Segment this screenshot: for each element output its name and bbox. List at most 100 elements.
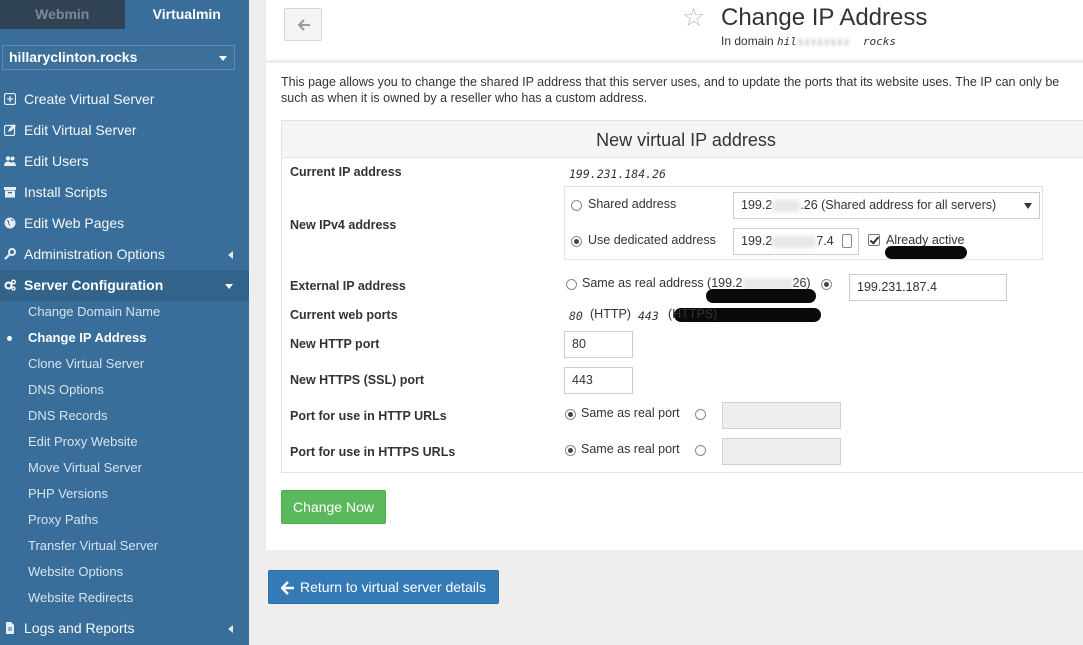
current-ip-label: Current IP address <box>290 165 402 179</box>
http-port-value: 80 <box>569 309 583 323</box>
https-same-as-real-port-radio[interactable] <box>565 445 576 456</box>
tab-webmin[interactable]: Webmin <box>0 0 125 29</box>
sub-item-label: DNS Records <box>28 408 108 423</box>
dedicated-address-label: Use dedicated address <box>588 233 716 247</box>
external-ip-input[interactable]: 199.231.187.4 <box>849 274 1007 301</box>
sub-item-label: Website Redirects <box>28 590 134 605</box>
domain-select[interactable]: hillaryclinton.rocks <box>2 45 235 70</box>
https-port-value: 443 <box>638 309 659 323</box>
domain-name-end: rocks <box>862 35 897 48</box>
http-custom-port-input[interactable] <box>722 402 841 429</box>
form-heading: New virtual IP address <box>282 121 1083 158</box>
https-custom-port-radio[interactable] <box>695 445 706 456</box>
chevron-down-icon <box>1024 203 1032 209</box>
arrow-left-icon <box>297 19 310 31</box>
chevron-down-icon <box>219 56 227 61</box>
current-web-ports-label: Current web ports <box>290 308 398 322</box>
sub-item-dns-records[interactable]: DNS Records <box>0 403 249 429</box>
arrow-left-circle-icon <box>281 581 294 595</box>
new-ipv4-label: New IPv4 address <box>290 218 397 232</box>
dedicated-value-end: 7.4 <box>816 234 834 248</box>
sub-item-proxy-paths[interactable]: Proxy Paths <box>0 507 249 533</box>
nav-edit-web-pages[interactable]: Edit Web Pages <box>0 208 249 239</box>
http-same-as-real-port-label: Same as real port <box>581 406 680 420</box>
https-custom-port-input[interactable] <box>722 438 841 465</box>
main-panel: This page allows you to change the share… <box>266 63 1083 550</box>
new-http-port-input[interactable]: 80 <box>564 331 633 358</box>
sub-item-php-versions[interactable]: PHP Versions <box>0 481 249 507</box>
back-button[interactable] <box>284 8 322 41</box>
nav-label: Edit Web Pages <box>24 215 125 231</box>
intro-text: This page allows you to change the share… <box>281 74 1083 106</box>
chevron-down-icon <box>225 284 233 289</box>
edit-icon <box>4 124 16 136</box>
subtitle-prefix: In domain <box>721 34 774 48</box>
sub-item-label: Clone Virtual Server <box>28 356 145 371</box>
sub-item-clone-virtual-server[interactable]: Clone Virtual Server <box>0 351 249 377</box>
sub-item-label: PHP Versions <box>28 486 108 501</box>
sub-item-label: Transfer Virtual Server <box>28 538 159 553</box>
http-same-as-real-port-radio[interactable] <box>565 409 576 420</box>
plus-square-icon <box>4 93 16 105</box>
star-icon[interactable]: ☆ <box>682 3 705 31</box>
nav-label: Install Scripts <box>24 184 108 200</box>
sub-item-edit-proxy-website[interactable]: Edit Proxy Website <box>0 429 249 455</box>
nav-create-virtual-server[interactable]: Create Virtual Server <box>0 84 249 115</box>
return-button[interactable]: Return to virtual server details <box>268 570 499 604</box>
http-port-text: (HTTP) <box>590 307 631 321</box>
wrench-icon <box>4 248 16 260</box>
page-title: Change IP Address <box>721 4 928 31</box>
users-icon <box>4 156 16 166</box>
ipv4-options: Shared address 199.2 .26 (Shared address … <box>564 186 1043 260</box>
https-url-port-label: Port for use in HTTPS URLs <box>290 445 456 459</box>
new-https-port-label: New HTTPS (SSL) port <box>290 373 425 387</box>
dedicated-address-input[interactable]: 199.2 7.4 <box>733 228 859 255</box>
sub-item-change-ip-address[interactable]: Change IP Address <box>0 325 249 351</box>
tab-virtualmin[interactable]: Virtualmin <box>124 0 249 29</box>
change-now-button[interactable]: Change Now <box>281 490 386 524</box>
already-active-checkbox[interactable] <box>868 234 880 246</box>
nav-logs-and-reports[interactable]: Logs and Reports <box>0 613 249 644</box>
sub-item-website-redirects[interactable]: Website Redirects <box>0 585 249 611</box>
redaction-mark <box>885 246 967 259</box>
sub-item-label: Change IP Address <box>28 330 147 345</box>
sub-item-transfer-virtual-server[interactable]: Transfer Virtual Server <box>0 533 249 559</box>
globe-icon <box>4 217 16 229</box>
nav-administration-options[interactable]: Administration Options <box>0 239 249 270</box>
nav-server-configuration[interactable]: Server Configuration <box>0 270 249 301</box>
blurred-text <box>772 199 801 212</box>
nav-label: Create Virtual Server <box>24 91 155 107</box>
file-icon <box>6 622 14 634</box>
external-ip-label: External IP address <box>290 279 406 293</box>
nav-label: Logs and Reports <box>24 620 135 636</box>
blurred-text <box>742 277 793 290</box>
sidebar: Webmin Virtualmin hillaryclinton.rocks C… <box>0 0 249 645</box>
http-url-port-label: Port for use in HTTP URLs <box>290 409 447 423</box>
sub-item-change-domain-name[interactable]: Change Domain Name <box>0 299 249 325</box>
nav-label: Edit Virtual Server <box>24 122 137 138</box>
already-active-label: Already active <box>886 233 965 247</box>
sub-item-website-options[interactable]: Website Options <box>0 559 249 585</box>
http-custom-port-radio[interactable] <box>695 409 706 420</box>
current-ip-value: 199.231.184.26 <box>569 167 666 181</box>
domain-name-blurred: ▮▮▮▮▮▮▮▮ <box>796 35 850 48</box>
domain-name-start: hil <box>777 35 797 48</box>
intro-line-2: such as when it is owned by a reseller w… <box>281 91 648 105</box>
same-as-real-address-radio[interactable] <box>566 279 577 290</box>
sub-item-move-virtual-server[interactable]: Move Virtual Server <box>0 455 249 481</box>
sub-item-dns-options[interactable]: DNS Options <box>0 377 249 403</box>
https-port-text: (HTTPS) <box>668 307 718 321</box>
shared-address-radio[interactable] <box>571 200 582 211</box>
new-https-port-input[interactable]: 443 <box>564 367 633 394</box>
nav-install-scripts[interactable]: Install Scripts <box>0 177 249 208</box>
custom-external-ip-radio[interactable] <box>821 279 832 290</box>
dedicated-address-radio[interactable] <box>571 236 582 247</box>
return-button-label: Return to virtual server details <box>300 579 486 595</box>
nav-label: Administration Options <box>24 246 165 262</box>
password-manager-icon[interactable] <box>842 234 852 248</box>
nav-edit-users[interactable]: Edit Users <box>0 146 249 177</box>
page-subtitle: In domain hil▮▮▮▮▮▮▮▮ rocks <box>721 34 896 48</box>
nav-edit-virtual-server[interactable]: Edit Virtual Server <box>0 115 249 146</box>
sub-item-label: Proxy Paths <box>28 512 99 527</box>
shared-address-select[interactable]: 199.2 .26 (Shared address for all servers… <box>733 192 1040 219</box>
